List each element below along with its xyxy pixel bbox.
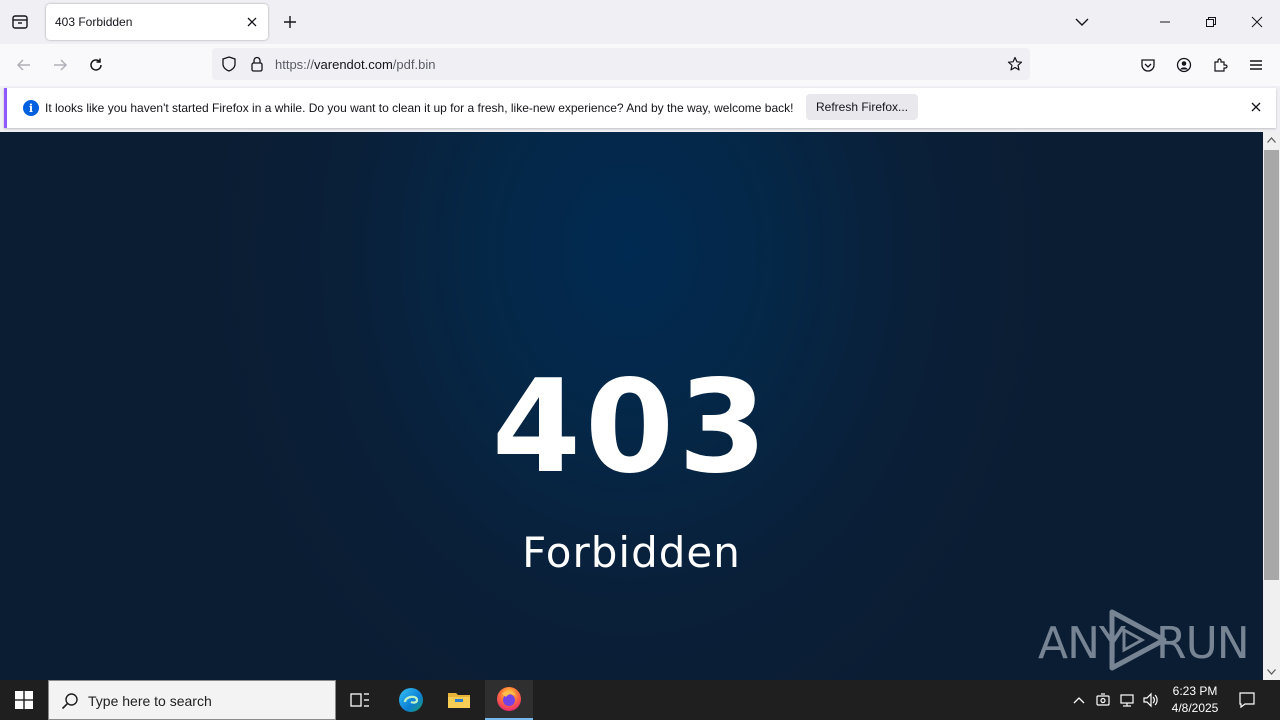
restore-button[interactable] — [1188, 0, 1234, 44]
error-code: 403 — [491, 353, 772, 502]
notification-close-button[interactable] — [1248, 99, 1264, 115]
reload-button[interactable] — [80, 49, 112, 81]
info-icon: i — [23, 100, 39, 116]
tab-strip: 403 Forbidden — [0, 0, 1280, 44]
anyrun-watermark: ANY RUN — [1038, 608, 1250, 672]
scrollbar-thumb[interactable] — [1264, 150, 1279, 580]
clock-time: 6:23 PM — [1172, 684, 1218, 698]
active-tab[interactable]: 403 Forbidden — [46, 4, 268, 40]
url-host: varendot.com — [314, 57, 393, 72]
shield-icon — [222, 56, 236, 72]
search-placeholder: Type here to search — [88, 693, 212, 709]
tracking-protection-icon[interactable] — [220, 55, 238, 73]
firefox-view-button[interactable] — [4, 6, 36, 38]
chevron-up-icon — [1073, 697, 1085, 704]
extensions-button[interactable] — [1204, 49, 1236, 81]
account-icon — [1176, 57, 1192, 73]
bookmark-button[interactable] — [1006, 55, 1024, 73]
show-hidden-icons-button[interactable] — [1069, 690, 1089, 710]
action-center-button[interactable] — [1237, 690, 1257, 710]
error-message: Forbidden — [522, 528, 741, 577]
taskbar-search-box[interactable]: Type here to search — [48, 680, 336, 720]
restore-icon — [1206, 17, 1216, 27]
page-content: 403 Forbidden ANY RUN — [0, 132, 1263, 680]
hamburger-menu-icon — [1250, 60, 1262, 70]
tab-close-button[interactable] — [243, 13, 261, 31]
app-menu-button[interactable] — [1240, 49, 1272, 81]
tray-app-icon[interactable] — [1093, 690, 1113, 710]
speaker-icon — [1143, 692, 1158, 708]
start-button[interactable] — [0, 680, 48, 720]
meet-now-icon — [1096, 693, 1110, 706]
folder-icon — [448, 693, 470, 708]
url-scheme: https:// — [275, 57, 315, 72]
edge-icon — [399, 688, 423, 712]
reload-icon — [90, 58, 102, 71]
list-all-tabs-button[interactable] — [1070, 10, 1094, 34]
vertical-scrollbar[interactable] — [1263, 132, 1280, 680]
system-clock[interactable]: 6:23 PM 4/8/2025 — [1163, 683, 1227, 717]
close-icon — [1251, 102, 1261, 112]
notification-message: It looks like you haven't started Firefo… — [45, 101, 794, 115]
close-window-button[interactable] — [1234, 0, 1280, 44]
star-icon — [1007, 56, 1023, 71]
pocket-icon — [1141, 59, 1155, 72]
windows-taskbar: Type here to search 6:23 PM 4/8/2025 — [0, 680, 1280, 720]
pocket-button[interactable] — [1132, 49, 1164, 81]
url-path: /pdf.bin — [392, 57, 436, 72]
search-icon — [61, 693, 78, 710]
taskbar-firefox[interactable] — [485, 680, 533, 720]
plus-icon — [284, 16, 296, 28]
arrow-right-icon — [54, 59, 68, 71]
minimize-icon — [1160, 21, 1170, 23]
puzzle-icon — [1214, 58, 1228, 72]
arrow-left-icon — [16, 59, 30, 71]
refresh-firefox-button[interactable]: Refresh Firefox... — [806, 94, 918, 120]
back-button[interactable] — [8, 49, 40, 81]
navigation-toolbar: https://varendot.com/pdf.bin — [0, 44, 1280, 86]
firefox-icon — [497, 687, 521, 711]
url-text[interactable]: https://varendot.com/pdf.bin — [275, 57, 435, 72]
taskbar-file-explorer[interactable] — [435, 680, 483, 720]
scroll-down-button[interactable] — [1263, 664, 1280, 680]
close-icon — [1251, 16, 1263, 28]
notification-icon — [1239, 692, 1255, 709]
lock-icon — [251, 56, 263, 72]
clock-date: 4/8/2025 — [1171, 701, 1219, 715]
new-tab-button[interactable] — [278, 10, 302, 34]
chevron-down-icon — [1267, 669, 1276, 675]
volume-button[interactable] — [1141, 690, 1161, 710]
network-button[interactable] — [1117, 690, 1137, 710]
taskbar-edge[interactable] — [387, 680, 435, 720]
tab-title: 403 Forbidden — [55, 15, 133, 29]
firefox-view-icon — [12, 15, 28, 29]
address-bar[interactable]: https://varendot.com/pdf.bin — [212, 48, 1030, 80]
scroll-up-button[interactable] — [1263, 132, 1280, 148]
refresh-firefox-notification: i It looks like you haven't started Fire… — [4, 88, 1276, 128]
close-icon — [247, 17, 257, 27]
minimize-button[interactable] — [1142, 0, 1188, 44]
chevron-down-icon — [1075, 18, 1089, 26]
site-security-icon[interactable] — [248, 55, 266, 73]
chevron-up-icon — [1267, 137, 1276, 143]
watermark-text-right: RUN — [1156, 618, 1250, 669]
forward-button[interactable] — [44, 49, 76, 81]
network-icon — [1120, 694, 1134, 707]
windows-logo-icon — [15, 691, 33, 709]
task-view-button[interactable] — [336, 680, 384, 720]
account-button[interactable] — [1168, 49, 1200, 81]
task-view-icon — [350, 693, 369, 707]
